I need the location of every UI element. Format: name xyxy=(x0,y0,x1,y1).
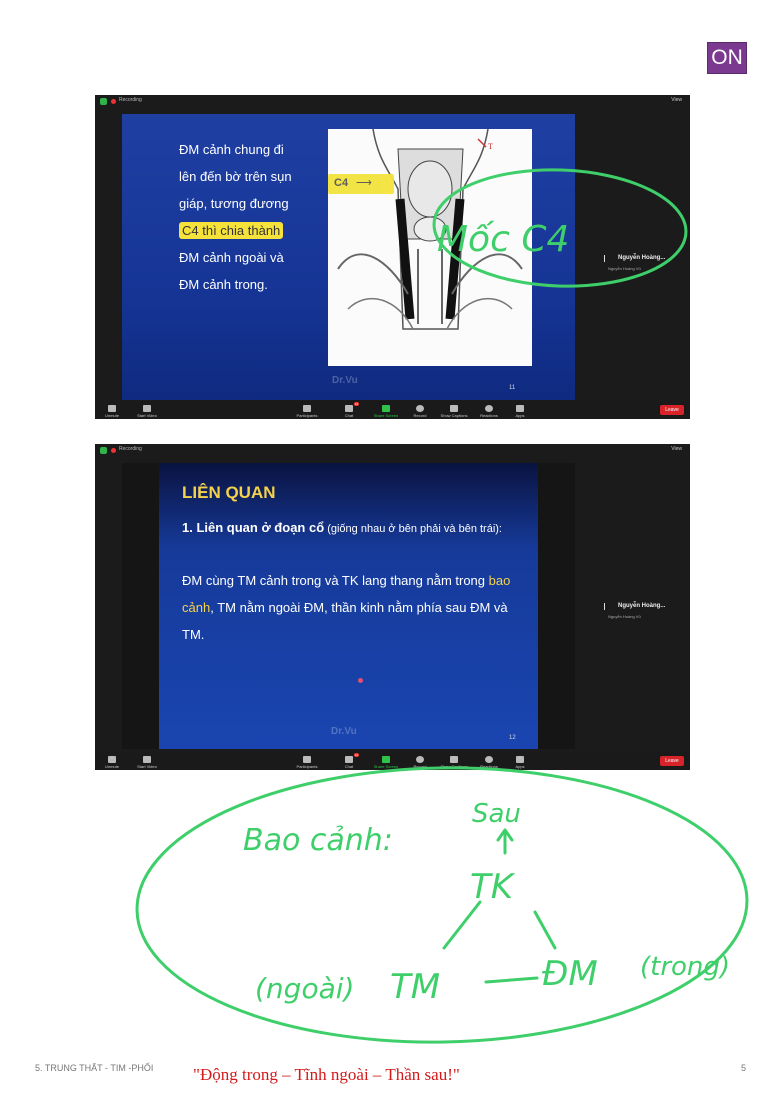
handwritten-tm: TM xyxy=(390,967,440,1007)
handwritten-bao-canh: Bao cảnh: xyxy=(243,823,393,858)
handwritten-ngoai: (ngoài) xyxy=(255,972,354,1005)
divider xyxy=(604,603,605,610)
slide-line: ĐM cảnh ngoài và xyxy=(179,250,284,265)
connector-line xyxy=(533,910,557,950)
slide-line: ĐM cảnh chung đi xyxy=(179,142,284,157)
participants-button[interactable]: Participants xyxy=(287,756,327,769)
slide-number: 12 xyxy=(509,735,516,741)
chat-badge: 14 xyxy=(353,753,359,757)
footer-quote: "Động trong – Tĩnh ngoài – Thần sau!" xyxy=(193,1065,460,1084)
slide-highlight: C4 thì chia thành xyxy=(179,222,284,239)
footer-chapter: 5. TRUNG THẤT - TIM -PHỔI xyxy=(35,1063,154,1073)
start-video-button[interactable]: Start Video xyxy=(127,756,167,769)
video-camera-icon xyxy=(143,756,151,763)
chat-button[interactable]: 14 Chat xyxy=(329,402,369,418)
people-icon xyxy=(303,405,311,412)
arrow-right-icon: ⟶ xyxy=(356,177,372,189)
zoom-toolbar: Unmute Start Video Participants 14 Chat S… xyxy=(95,401,690,419)
zoom-window-1: Recording View ĐM cảnh chung đi lên đến … xyxy=(95,95,690,419)
leave-button[interactable]: Leave xyxy=(660,756,684,766)
handwritten-trong: (trong) xyxy=(640,952,730,982)
slide-line: lên đến bờ trên sụn xyxy=(179,169,292,184)
slide-paragraph-1: 1. Liên quan ở đoạn cổ (giống nhau ở bên… xyxy=(182,520,502,535)
c4-label: C4 xyxy=(334,177,349,189)
recording-label: Recording xyxy=(119,97,142,103)
captions-icon xyxy=(450,756,458,763)
participant-name: Nguyễn Hoàng... xyxy=(618,603,666,609)
share-screen-icon xyxy=(382,756,390,763)
slide-12: LIÊN QUAN 1. Liên quan ở đoạn cổ (giống … xyxy=(122,463,575,749)
chat-icon xyxy=(345,405,353,412)
neck-anatomy-image: T C4 ⟶ xyxy=(328,128,532,366)
watermark: Dr.Vu xyxy=(332,375,358,386)
microphone-icon xyxy=(108,405,116,412)
participant-tile[interactable]: Nguyễn Hoàng... Nguyễn Hoàng Vũ xyxy=(600,255,686,271)
participants-button[interactable]: Participants xyxy=(287,405,327,418)
record-icon xyxy=(416,405,424,412)
apps-icon xyxy=(516,405,524,412)
microphone-icon xyxy=(108,756,116,763)
chat-icon xyxy=(345,756,353,763)
smile-icon xyxy=(485,405,493,412)
start-video-button[interactable]: Start Video xyxy=(127,405,167,418)
annotation-ellipse xyxy=(135,766,749,1044)
apps-button[interactable]: Apps xyxy=(500,405,540,418)
svg-text:T: T xyxy=(488,142,493,151)
watermark: Dr.Vu xyxy=(331,726,357,737)
participant-name: Nguyễn Hoàng... xyxy=(618,255,666,261)
connector-line xyxy=(442,900,482,950)
recording-dot-icon xyxy=(111,99,116,104)
slide-line: ĐM cảnh trong. xyxy=(179,277,268,292)
chat-badge: 14 xyxy=(353,402,359,406)
page-number: 5 xyxy=(741,1063,747,1073)
handwritten-dm: ĐM xyxy=(542,954,598,994)
view-button[interactable]: View xyxy=(671,446,682,452)
divider xyxy=(604,255,605,262)
c4-label-box: C4 ⟶ xyxy=(328,174,394,194)
captions-button[interactable]: Show Captions xyxy=(434,405,474,418)
record-icon xyxy=(416,756,424,763)
participant-subname: Nguyễn Hoàng Vũ xyxy=(608,266,641,271)
pointer-dot xyxy=(358,678,363,683)
apps-icon xyxy=(516,756,524,763)
apps-button[interactable]: Apps xyxy=(500,756,540,769)
chat-button[interactable]: 14 Chat xyxy=(329,753,369,769)
slide-line: giáp, tương đương xyxy=(179,196,289,211)
slide-paragraph-2: ĐM cùng TM cảnh trong và TK lang thang n… xyxy=(182,573,511,642)
zoom-window-2: Recording View LIÊN QUAN 1. Liên quan ở … xyxy=(95,444,690,770)
video-camera-icon xyxy=(143,405,151,412)
view-button[interactable]: View xyxy=(671,97,682,103)
shield-icon xyxy=(100,447,107,454)
captions-button[interactable]: Show Captions xyxy=(434,756,474,769)
slide-title: LIÊN QUAN xyxy=(182,483,276,502)
recording-label: Recording xyxy=(119,446,142,452)
share-screen-icon xyxy=(382,405,390,412)
smile-icon xyxy=(485,756,493,763)
zoom-topbar: Recording View xyxy=(95,95,690,109)
people-icon xyxy=(303,756,311,763)
participant-subname: Nguyễn Hoàng Vũ xyxy=(608,614,641,619)
recording-dot-icon xyxy=(111,448,116,453)
on-badge: ON xyxy=(707,42,747,74)
arrow-up-icon xyxy=(496,828,514,855)
slide-text: ĐM cảnh chung đi lên đến bờ trên sụn giá… xyxy=(179,136,292,298)
slide-11: ĐM cảnh chung đi lên đến bờ trên sụn giá… xyxy=(122,114,575,400)
leave-button[interactable]: Leave xyxy=(660,405,684,415)
slide-content: LIÊN QUAN 1. Liên quan ở đoạn cổ (giống … xyxy=(159,463,538,749)
connector-line xyxy=(484,976,539,984)
handwritten-tk: TK xyxy=(470,867,516,907)
participant-tile[interactable]: Nguyễn Hoàng... Nguyễn Hoàng Vũ xyxy=(600,603,686,619)
captions-icon xyxy=(450,405,458,412)
zoom-toolbar: Unmute Start Video Participants 14 Chat S… xyxy=(95,752,690,770)
shield-icon xyxy=(100,98,107,105)
handwritten-sau: Sau xyxy=(472,799,521,829)
zoom-topbar: Recording View xyxy=(95,444,690,458)
slide-number: 11 xyxy=(509,385,516,391)
